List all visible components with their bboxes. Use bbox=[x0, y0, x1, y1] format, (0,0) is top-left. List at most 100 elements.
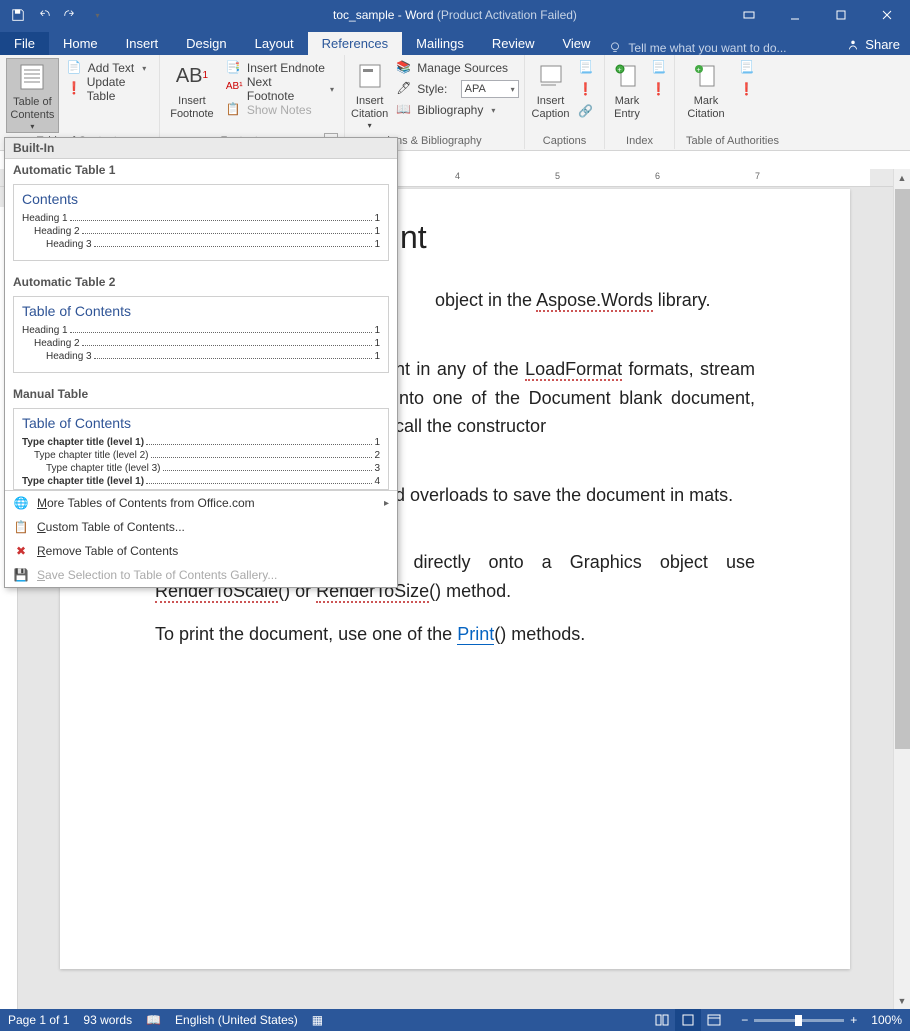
minimize-icon[interactable] bbox=[772, 0, 818, 30]
manage-sources-button[interactable]: 📚Manage Sources bbox=[392, 58, 522, 78]
mark-entry-icon: + bbox=[611, 60, 643, 92]
body-text: object in the Aspose.Words library. bbox=[435, 286, 755, 315]
zoom-thumb[interactable] bbox=[795, 1015, 802, 1026]
vertical-scrollbar[interactable]: ▲ ▼ bbox=[893, 169, 910, 1009]
group-citations: Insert Citation▾ 📚Manage Sources 🖊Style:… bbox=[345, 55, 525, 149]
zoom-in-icon[interactable]: + bbox=[850, 1013, 857, 1027]
redo-icon[interactable] bbox=[58, 3, 82, 27]
custom-toc[interactable]: 📋 Custom Table of Contents... bbox=[5, 515, 397, 539]
insert-citation-button[interactable]: Insert Citation▾ bbox=[351, 58, 388, 133]
index-small-2[interactable]: ❗ bbox=[647, 80, 671, 100]
status-bar: Page 1 of 1 93 words 📖 English (United S… bbox=[0, 1009, 910, 1031]
remove-toc-icon: ✖ bbox=[13, 543, 29, 559]
qat-customize-icon[interactable] bbox=[84, 3, 108, 27]
status-words[interactable]: 93 words bbox=[83, 1013, 132, 1027]
save-icon[interactable] bbox=[6, 3, 30, 27]
caption-small-2[interactable]: ❗ bbox=[574, 80, 598, 100]
custom-toc-icon: 📋 bbox=[13, 519, 29, 535]
style-dropdown[interactable]: APA bbox=[461, 80, 519, 98]
preview-title: Table of Contents bbox=[22, 415, 380, 431]
tab-home[interactable]: Home bbox=[49, 32, 112, 55]
toa-small-2[interactable]: ❗ bbox=[735, 80, 759, 100]
group-label-toa: Table of Authorities bbox=[681, 133, 784, 149]
save-selection-to-gallery: 💾 Save Selection to Table of Contents Ga… bbox=[5, 563, 397, 587]
add-text-icon: 📄 bbox=[67, 60, 83, 76]
zoom-out-icon[interactable]: − bbox=[741, 1013, 748, 1027]
insert-toa-icon: 📃 bbox=[739, 60, 755, 76]
update-table-button[interactable]: ❗Update Table bbox=[63, 79, 153, 99]
maximize-icon[interactable] bbox=[818, 0, 864, 30]
more-toc-from-office[interactable]: 🌐 More Tables of Contents from Office.co… bbox=[5, 491, 397, 515]
update-toa-icon: ❗ bbox=[739, 82, 755, 98]
gallery-item-label: Automatic Table 2 bbox=[5, 271, 397, 293]
tell-me-input[interactable]: Tell me what you want to do... bbox=[608, 41, 836, 55]
tab-mailings[interactable]: Mailings bbox=[402, 32, 478, 55]
gallery-item-manual[interactable]: Table of Contents Type chapter title (le… bbox=[13, 408, 389, 490]
status-language[interactable]: English (United States) bbox=[175, 1013, 298, 1027]
caption-small-1[interactable]: 📃 bbox=[574, 58, 598, 78]
citation-style-select[interactable]: 🖊Style: APA bbox=[392, 79, 522, 99]
zoom-level[interactable]: 100% bbox=[871, 1013, 902, 1027]
ribbon-display-icon[interactable] bbox=[726, 0, 772, 30]
table-of-contents-button[interactable]: Table of Contents ▾ bbox=[6, 58, 59, 133]
title-bar: toc_sample - Word (Product Activation Fa… bbox=[0, 0, 910, 30]
caption-icon bbox=[535, 60, 567, 92]
cross-ref-icon: 🔗 bbox=[578, 104, 594, 120]
next-footnote-button[interactable]: AB¹Next Footnote bbox=[222, 79, 338, 99]
tab-view[interactable]: View bbox=[548, 32, 604, 55]
view-print-layout[interactable] bbox=[675, 1009, 701, 1031]
group-index: + Mark Entry 📃 ❗ Index bbox=[605, 55, 675, 149]
tab-design[interactable]: Design bbox=[172, 32, 240, 55]
toa-small-1[interactable]: 📃 bbox=[735, 58, 759, 78]
lightbulb-icon bbox=[608, 41, 622, 55]
mark-citation-button[interactable]: + Mark Citation bbox=[681, 58, 731, 133]
body-text: To print the document, use one of the Pr… bbox=[155, 620, 755, 649]
tab-references[interactable]: References bbox=[308, 32, 402, 55]
remove-toc[interactable]: ✖ Remove Table of Contents bbox=[5, 539, 397, 563]
body-text: d overloads to save the document in mats… bbox=[395, 481, 755, 510]
ribbon-tabs: File Home Insert Design Layout Reference… bbox=[0, 30, 910, 55]
group-captions: Insert Caption 📃 ❗ 🔗 Captions bbox=[525, 55, 605, 149]
share-icon bbox=[846, 38, 860, 52]
scroll-up-icon[interactable]: ▲ bbox=[894, 169, 910, 186]
tab-review[interactable]: Review bbox=[478, 32, 549, 55]
show-notes-button[interactable]: 📋Show Notes bbox=[222, 100, 338, 120]
toc-icon bbox=[16, 61, 48, 93]
spellcheck-icon[interactable]: 📖 bbox=[146, 1013, 161, 1027]
update-icon: ❗ bbox=[578, 82, 594, 98]
group-footnotes: AB1 Insert Footnote 📑Insert Endnote AB¹N… bbox=[160, 55, 345, 149]
mark-entry-button[interactable]: + Mark Entry bbox=[611, 58, 643, 133]
view-read-mode[interactable] bbox=[649, 1009, 675, 1031]
manage-sources-icon: 📚 bbox=[396, 60, 412, 76]
gallery-item-auto1[interactable]: Contents Heading 11 Heading 21 Heading 3… bbox=[13, 184, 389, 261]
index-small-1[interactable]: 📃 bbox=[647, 58, 671, 78]
tab-file[interactable]: File bbox=[0, 32, 49, 55]
macro-icon[interactable]: ▦ bbox=[312, 1013, 323, 1027]
insert-caption-button[interactable]: Insert Caption bbox=[531, 58, 570, 133]
preview-title: Contents bbox=[22, 191, 380, 207]
zoom-slider[interactable]: − + bbox=[741, 1013, 857, 1027]
tab-layout[interactable]: Layout bbox=[241, 32, 308, 55]
group-toa: + Mark Citation 📃 ❗ Table of Authorities bbox=[675, 55, 790, 149]
office-icon: 🌐 bbox=[13, 495, 29, 511]
gallery-item-auto2[interactable]: Table of Contents Heading 11 Heading 21 … bbox=[13, 296, 389, 373]
tab-insert[interactable]: Insert bbox=[112, 32, 173, 55]
share-button[interactable]: Share bbox=[836, 34, 910, 55]
body-text: nt in any of the LoadFormat formats, str… bbox=[395, 355, 755, 441]
bibliography-icon: 📖 bbox=[396, 102, 412, 118]
scrollbar-thumb[interactable] bbox=[895, 189, 910, 749]
status-page[interactable]: Page 1 of 1 bbox=[8, 1013, 69, 1027]
scroll-down-icon[interactable]: ▼ bbox=[894, 992, 910, 1009]
style-icon: 🖊 bbox=[396, 81, 412, 97]
citation-icon bbox=[354, 60, 386, 92]
undo-icon[interactable] bbox=[32, 3, 56, 27]
gallery-item-label: Automatic Table 1 bbox=[5, 159, 397, 181]
view-buttons bbox=[649, 1009, 727, 1031]
close-icon[interactable] bbox=[864, 0, 910, 30]
caption-small-3[interactable]: 🔗 bbox=[574, 102, 598, 122]
bibliography-button[interactable]: 📖Bibliography bbox=[392, 100, 522, 120]
update-index-icon: ❗ bbox=[651, 82, 667, 98]
view-web-layout[interactable] bbox=[701, 1009, 727, 1031]
insert-footnote-button[interactable]: AB1 Insert Footnote bbox=[166, 58, 218, 133]
doc-icon: 📃 bbox=[578, 60, 594, 76]
